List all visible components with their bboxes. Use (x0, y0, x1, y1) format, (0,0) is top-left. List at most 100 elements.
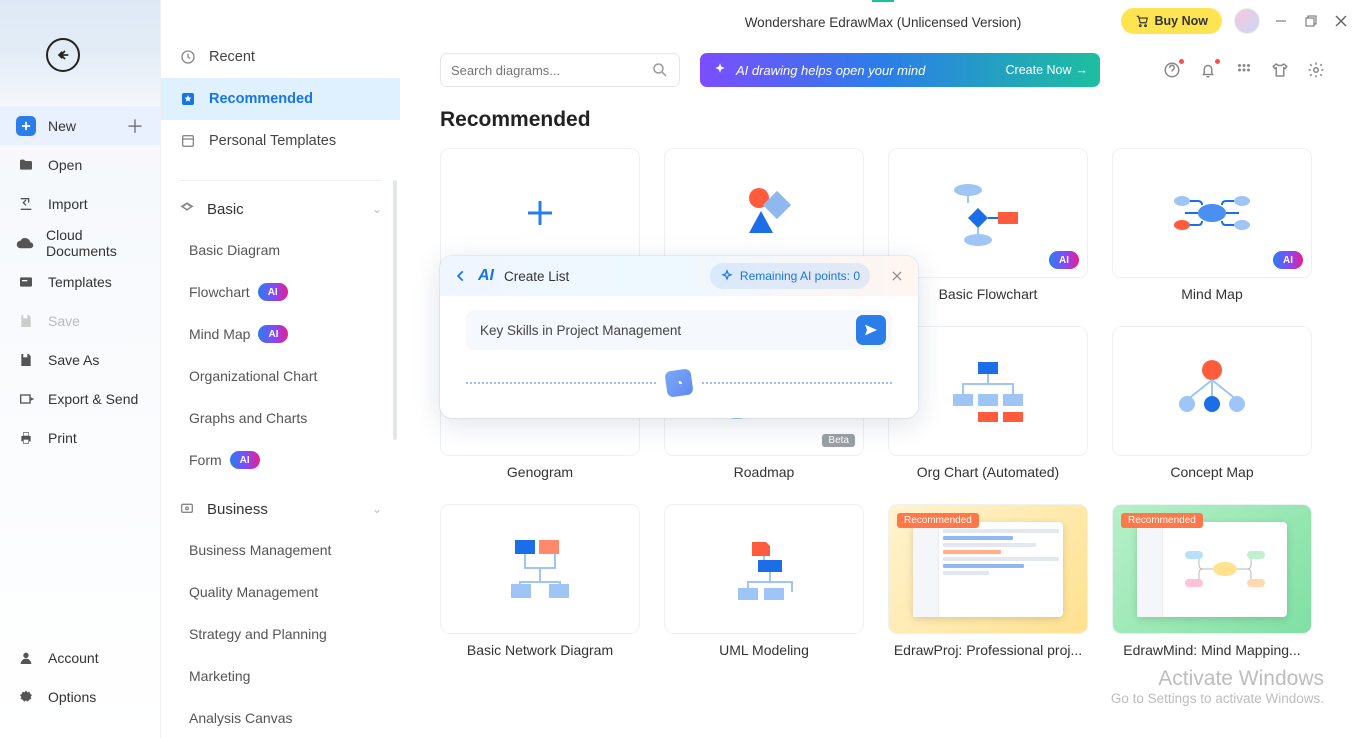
shapes-icon (729, 183, 799, 243)
menu-import[interactable]: Import (0, 184, 160, 223)
app-preview (913, 522, 1063, 617)
export-icon (16, 389, 36, 409)
recommended-badge: Recommended (1121, 513, 1203, 528)
template-edrawproj[interactable]: Recommended EdrawProj: Professional proj… (888, 504, 1088, 662)
cat-recommended[interactable]: Recommended (161, 78, 400, 120)
section-title: Recommended (440, 108, 1326, 132)
bell-icon[interactable] (1198, 60, 1218, 80)
avatar[interactable] (1234, 8, 1260, 34)
sub-marketing[interactable]: Marketing (161, 655, 400, 697)
menu-open-label: Open (48, 157, 82, 173)
star-icon (179, 90, 197, 108)
search-box[interactable] (440, 53, 680, 87)
category-basic[interactable]: Basic ⌄ (161, 189, 400, 229)
sub-mindmap[interactable]: Mind MapAI (161, 313, 400, 355)
shirt-icon[interactable] (1270, 60, 1290, 80)
ai-banner[interactable]: AI drawing helps open your mind Create N… (700, 53, 1100, 87)
file-sidebar: New ＋ Open Import Cloud Documents Templa… (0, 0, 160, 738)
template-flowchart[interactable]: AI Basic Flowchart (888, 148, 1088, 306)
menu-import-label: Import (48, 196, 88, 212)
category-basic-label: Basic (207, 201, 244, 218)
app-preview (1137, 522, 1287, 617)
clock-icon (179, 48, 197, 66)
scrollbar[interactable] (393, 180, 397, 440)
sub-biz-mgmt[interactable]: Business Management (161, 529, 400, 571)
sub-strategy[interactable]: Strategy and Planning (161, 613, 400, 655)
sub-quality[interactable]: Quality Management (161, 571, 400, 613)
ai-badge: AI (1273, 251, 1303, 269)
template-org-auto[interactable]: Org Chart (Automated) (888, 326, 1088, 484)
template-mindmap[interactable]: AI Mind Map (1112, 148, 1312, 306)
category-business[interactable]: Business ⌄ (161, 489, 400, 529)
add-icon[interactable]: ＋ (126, 113, 144, 139)
plus-square-icon (16, 116, 36, 136)
user-icon (16, 648, 36, 668)
ai-badge: AI (230, 451, 260, 469)
popup-back-button[interactable] (454, 269, 468, 283)
chevron-down-icon: ⌄ (372, 502, 382, 516)
save-icon (16, 311, 36, 331)
ai-points-pill[interactable]: Remaining AI points: 0 (710, 263, 870, 289)
menu-new[interactable]: New ＋ (0, 106, 160, 145)
menu-account[interactable]: Account (0, 638, 160, 677)
menu-cloud[interactable]: Cloud Documents (0, 223, 160, 262)
cat-personal-label: Personal Templates (209, 133, 336, 149)
menu-print[interactable]: Print (0, 418, 160, 457)
template-uml[interactable]: UML Modeling (664, 504, 864, 662)
plus-icon (522, 195, 558, 231)
flowchart-icon (943, 178, 1033, 248)
ai-loading: ◔ (466, 370, 892, 396)
sub-basic-diagram[interactable]: Basic Diagram (161, 229, 400, 271)
menu-options-label: Options (48, 689, 96, 705)
maximize-button[interactable] (1302, 12, 1320, 30)
sub-flowchart[interactable]: FlowchartAI (161, 271, 400, 313)
category-sidebar: Recent Recommended Personal Templates Ba… (160, 0, 400, 738)
sparkle-icon (720, 269, 734, 283)
cloud-icon (16, 233, 34, 253)
folder-icon (16, 155, 36, 175)
chevron-down-icon: ⌄ (372, 202, 382, 216)
menu-save-as-label: Save As (48, 352, 99, 368)
uml-icon (724, 534, 804, 604)
sub-form[interactable]: FormAI (161, 439, 400, 481)
menu-templates[interactable]: Templates (0, 262, 160, 301)
sub-graphs[interactable]: Graphs and Charts (161, 397, 400, 439)
ai-prompt-box[interactable] (466, 310, 892, 350)
search-input[interactable] (451, 63, 643, 78)
menu-export[interactable]: Export & Send (0, 379, 160, 418)
buy-now-button[interactable]: Buy Now (1121, 8, 1222, 34)
banner-text: AI drawing helps open your mind (736, 63, 925, 78)
menu-account-label: Account (48, 650, 99, 666)
menu-new-label: New (48, 118, 76, 134)
help-icon[interactable] (1162, 60, 1182, 80)
menu-save-as[interactable]: Save As (0, 340, 160, 379)
template-network[interactable]: Basic Network Diagram (440, 504, 640, 662)
back-button[interactable] (46, 38, 80, 72)
cat-personal[interactable]: Personal Templates (161, 120, 400, 162)
ai-send-button[interactable] (856, 315, 886, 345)
divider (179, 180, 382, 181)
sub-analysis[interactable]: Analysis Canvas (161, 697, 400, 738)
business-icon (179, 501, 195, 517)
menu-open[interactable]: Open (0, 145, 160, 184)
ai-create-popup: AI Create List Remaining AI points: 0 ◔ (440, 256, 918, 418)
ai-prompt-input[interactable] (480, 323, 856, 338)
ai-badge: AI (1049, 251, 1079, 269)
template-edrawmind[interactable]: Recommended EdrawMind: Mind Mapping... (1112, 504, 1312, 662)
settings-icon[interactable] (1306, 60, 1326, 80)
minimize-button[interactable] (1272, 12, 1290, 30)
apps-icon[interactable] (1234, 60, 1254, 80)
ai-logo: AI (478, 267, 494, 285)
app-title: Wondershare EdrawMax (Unlicensed Version… (745, 15, 1022, 30)
cat-recent[interactable]: Recent (161, 36, 400, 78)
network-icon (495, 534, 585, 604)
templates-icon (16, 272, 36, 292)
menu-options[interactable]: Options (0, 677, 160, 716)
cat-recommended-label: Recommended (209, 91, 313, 107)
sub-org-chart[interactable]: Organizational Chart (161, 355, 400, 397)
sparkle-icon (712, 62, 728, 78)
popup-close-button[interactable] (890, 269, 904, 283)
close-button[interactable] (1332, 12, 1350, 30)
template-concept[interactable]: Concept Map (1112, 326, 1312, 484)
print-icon (16, 428, 36, 448)
